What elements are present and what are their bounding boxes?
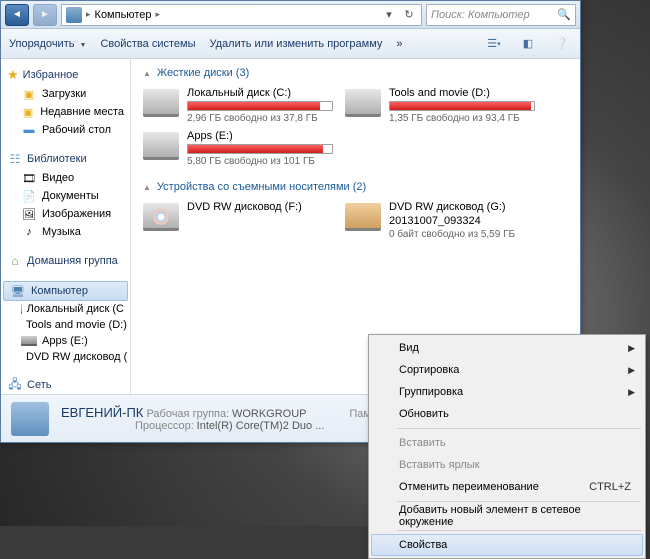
submenu-arrow-icon: ▶ (628, 343, 635, 354)
view-options-icon[interactable]: ☰▾ (484, 34, 504, 54)
drive-free-text: 5,80 ГБ свободно из 101 ГБ (187, 156, 333, 167)
sidebar-network[interactable]: 🖧Сеть (1, 375, 130, 394)
drive-e[interactable]: Apps (E:) 5,80 ГБ свободно из 101 ГБ (143, 130, 333, 167)
sidebar: ★Избранное ▣Загрузки ▣Недавние места ▬Ра… (1, 59, 131, 394)
network-icon: 🖧 (7, 377, 23, 393)
drive-sublabel: 20131007_093324 (389, 215, 535, 227)
drive-free-text: 0 байт свободно из 5,59 ГБ (389, 229, 535, 240)
ctx-properties[interactable]: Свойства (371, 534, 643, 556)
usage-bar (389, 101, 535, 111)
picture-icon: 🖼 (21, 207, 37, 221)
sidebar-item-drive-e[interactable]: Apps (E:) (1, 333, 130, 349)
ctx-add-network-location[interactable]: Добавить новый элемент в сетевое окружен… (371, 505, 643, 527)
back-button[interactable]: ◄ (5, 4, 29, 26)
titlebar: ◄ ► ▸ Компьютер ▸ ▾ ↻ Поиск: Компьютер 🔍 (1, 1, 580, 29)
ctx-refresh[interactable]: Обновить (371, 403, 643, 425)
video-icon: 🎞 (21, 171, 37, 185)
sidebar-item-desktop[interactable]: ▬Рабочий стол (1, 121, 130, 139)
details-computer-name: ЕВГЕНИЙ-ПК (61, 405, 143, 420)
submenu-arrow-icon: ▶ (628, 387, 635, 398)
drive-f[interactable]: DVD RW дисковод (F:) (143, 201, 333, 240)
star-icon: ★ (7, 67, 19, 83)
address-dropdown[interactable]: ▾ (381, 8, 397, 21)
sidebar-favorites[interactable]: ★Избранное (1, 65, 130, 85)
ctx-group[interactable]: Группировка▶ (371, 381, 643, 403)
drive-label: Локальный диск (C:) (187, 87, 333, 99)
section-hard-drives[interactable]: ▲Жесткие диски (3) (143, 67, 568, 79)
organize-button[interactable]: Упорядочить ▼ (9, 38, 86, 50)
sidebar-item-pictures[interactable]: 🖼Изображения (1, 205, 130, 223)
drive-icon (21, 304, 22, 314)
separator (397, 501, 641, 502)
sidebar-item-downloads[interactable]: ▣Загрузки (1, 85, 130, 103)
search-icon: 🔍 (557, 8, 571, 21)
uninstall-program-button[interactable]: Удалить или изменить программу (209, 38, 382, 50)
sidebar-item-music[interactable]: ♪Музыка (1, 223, 130, 241)
drive-icon (345, 89, 381, 117)
libraries-icon: ☷ (7, 151, 23, 167)
sidebar-item-documents[interactable]: 📄Документы (1, 187, 130, 205)
collapse-icon: ▲ (143, 69, 151, 78)
drive-icon (143, 89, 179, 117)
computer-icon (11, 402, 49, 436)
drive-c[interactable]: Локальный диск (C:) 2,96 ГБ свободно из … (143, 87, 333, 124)
ctx-view[interactable]: Вид▶ (371, 337, 643, 359)
search-placeholder: Поиск: Компьютер (431, 9, 530, 21)
folder-icon: ▣ (21, 87, 37, 101)
ctx-undo-rename[interactable]: Отменить переименованиеCTRL+Z (371, 476, 643, 498)
drive-free-text: 2,96 ГБ свободно из 37,8 ГБ (187, 113, 333, 124)
sidebar-homegroup[interactable]: ⌂Домашняя группа (1, 251, 130, 271)
help-icon[interactable]: ❔ (552, 34, 572, 54)
homegroup-icon: ⌂ (7, 253, 23, 269)
ctx-sort[interactable]: Сортировка▶ (371, 359, 643, 381)
drive-g[interactable]: DVD RW дисковод (G:) 20131007_093324 0 б… (345, 201, 535, 240)
drive-label: DVD RW дисковод (F:) (187, 201, 333, 213)
computer-icon (66, 7, 82, 23)
drive-label: Apps (E:) (187, 130, 333, 142)
refresh-icon[interactable]: ↻ (401, 8, 417, 21)
ctx-paste-shortcut: Вставить ярлык (371, 454, 643, 476)
computer-icon: 🖥 (10, 284, 26, 298)
separator (397, 530, 641, 531)
drive-d[interactable]: Tools and movie (D:) 1,35 ГБ свободно из… (345, 87, 535, 124)
toolbar: Упорядочить ▼ Свойства системы Удалить и… (1, 29, 580, 59)
desktop-icon: ▬ (21, 123, 37, 137)
dvd-icon (143, 203, 179, 231)
submenu-arrow-icon: ▶ (628, 365, 635, 376)
drive-free-text: 1,35 ГБ свободно из 93,4 ГБ (389, 113, 535, 124)
usage-bar (187, 101, 333, 111)
sidebar-libraries[interactable]: ☷Библиотеки (1, 149, 130, 169)
dvd-box-icon (345, 203, 381, 231)
sidebar-item-drive-c[interactable]: Локальный диск (C (1, 301, 130, 317)
forward-button[interactable]: ► (33, 4, 57, 26)
drive-icon (21, 336, 37, 346)
collapse-icon: ▲ (143, 183, 151, 192)
address-text: Компьютер (95, 9, 152, 21)
usage-bar (187, 144, 333, 154)
separator (397, 428, 641, 429)
ctx-paste: Вставить (371, 432, 643, 454)
section-removable[interactable]: ▲Устройства со съемными носителями (2) (143, 181, 568, 193)
sidebar-item-drive-d[interactable]: Tools and movie (D:) (1, 317, 130, 333)
system-properties-button[interactable]: Свойства системы (100, 38, 195, 50)
sidebar-item-dvd[interactable]: DVD RW дисковод ( (1, 349, 130, 365)
sidebar-item-videos[interactable]: 🎞Видео (1, 169, 130, 187)
drive-label: Tools and movie (D:) (389, 87, 535, 99)
music-icon: ♪ (21, 225, 37, 239)
sidebar-computer[interactable]: 🖥Компьютер (3, 281, 128, 301)
preview-pane-icon[interactable]: ◧ (518, 34, 538, 54)
search-input[interactable]: Поиск: Компьютер 🔍 (426, 4, 576, 26)
address-bar[interactable]: ▸ Компьютер ▸ ▾ ↻ (61, 4, 422, 26)
chevron-right-icon: ▸ (86, 9, 91, 20)
toolbar-overflow[interactable]: » (396, 38, 402, 50)
context-menu: Вид▶ Сортировка▶ Группировка▶ Обновить В… (368, 334, 646, 559)
document-icon: 📄 (21, 189, 37, 203)
folder-icon: ▣ (21, 105, 35, 119)
sidebar-item-recent[interactable]: ▣Недавние места (1, 103, 130, 121)
drive-icon (143, 132, 179, 160)
drive-label: DVD RW дисковод (G:) (389, 201, 535, 213)
chevron-right-icon: ▸ (155, 9, 160, 20)
